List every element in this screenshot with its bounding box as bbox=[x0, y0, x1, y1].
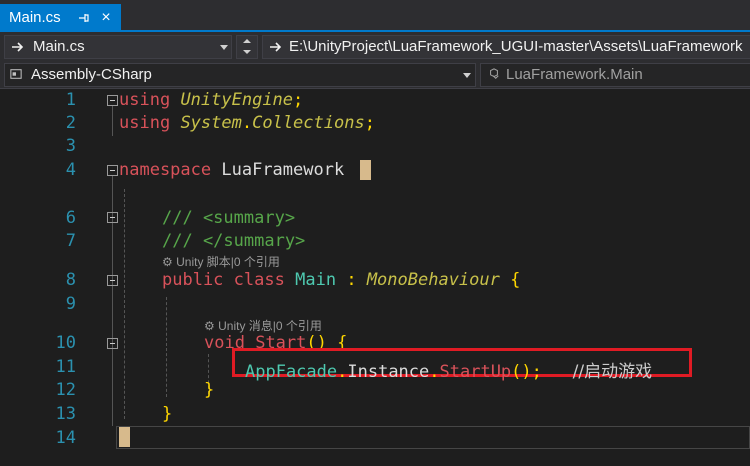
line-number: 14 bbox=[55, 428, 76, 448]
codelens-text: Unity 脚本|0 个引用 bbox=[176, 255, 280, 269]
semicolon: ; bbox=[293, 90, 304, 110]
arrow-right-icon bbox=[12, 42, 24, 52]
dot: . bbox=[241, 113, 253, 133]
class-ref: AppFacade bbox=[245, 362, 338, 382]
class-icon bbox=[490, 68, 499, 80]
tab-main-cs[interactable]: Main.cs × bbox=[0, 4, 121, 32]
comment: //启动游戏 bbox=[572, 362, 653, 382]
brace-highlight bbox=[360, 160, 371, 180]
code-editor[interactable]: 1 2 3 4 6 7 8 9 10 11 12 13 14 using Uni… bbox=[0, 89, 750, 466]
line-number: 1 bbox=[65, 90, 76, 110]
collapse-icon[interactable] bbox=[107, 275, 118, 286]
arrow-right-icon bbox=[270, 42, 282, 52]
line-number: 8 bbox=[65, 270, 76, 290]
member-label: LuaFramework.Main bbox=[506, 66, 643, 83]
code-line-12: } bbox=[204, 380, 215, 400]
namespace-name: LuaFramework bbox=[221, 160, 345, 180]
keyword: public bbox=[162, 270, 224, 290]
project-label: Assembly-CSharp bbox=[31, 66, 152, 83]
file-path: E:\UnityProject\LuaFramework_UGUI-master… bbox=[289, 38, 743, 55]
codelens-method[interactable]: ⚙ Unity 消息|0 个引用 bbox=[204, 317, 322, 334]
chevron-down-icon bbox=[220, 45, 228, 50]
navigation-bar: Main.cs E:\UnityProject\LuaFramework_UGU… bbox=[0, 32, 750, 60]
unity-icon: ⚙ bbox=[162, 255, 173, 269]
namespace-ref: Collections bbox=[252, 113, 365, 133]
stepper-down-icon[interactable] bbox=[243, 50, 251, 54]
codelens-class[interactable]: ⚙ Unity 脚本|0 个引用 bbox=[162, 253, 280, 270]
method-call: StartUp bbox=[439, 362, 512, 382]
semicolon: ; bbox=[364, 113, 375, 133]
chevron-down-icon bbox=[463, 73, 471, 78]
code-line-8: public class Main : MonoBehaviour { bbox=[162, 270, 520, 290]
code-line-2: using System.Collections; bbox=[119, 113, 375, 133]
line-number: 3 bbox=[65, 136, 76, 156]
collapse-icon[interactable] bbox=[107, 165, 118, 176]
indent-guide bbox=[124, 189, 125, 419]
file-dropdown-label: Main.cs bbox=[33, 38, 85, 55]
keyword: namespace bbox=[119, 160, 212, 180]
code-line-1: using UnityEngine; bbox=[119, 90, 303, 110]
unity-icon: ⚙ bbox=[204, 319, 215, 333]
colon: : bbox=[346, 270, 357, 290]
class-name: Main bbox=[295, 270, 337, 290]
property-ref: Instance bbox=[347, 362, 430, 382]
code-line-13: } bbox=[162, 404, 173, 424]
code-line-7: /// </summary> bbox=[162, 231, 306, 251]
text-cursor bbox=[119, 427, 130, 447]
line-number: 6 bbox=[65, 208, 76, 228]
document-tab-strip: Main.cs × bbox=[0, 0, 750, 32]
keyword: using bbox=[119, 90, 171, 110]
close-icon[interactable]: × bbox=[99, 4, 113, 32]
line-number: 2 bbox=[65, 113, 76, 133]
csharp-project-icon bbox=[10, 69, 22, 79]
path-dropdown[interactable]: E:\UnityProject\LuaFramework_UGUI-master… bbox=[262, 35, 750, 59]
namespace-ref: UnityEngine bbox=[180, 90, 294, 110]
code-line-11: AppFacade.Instance.StartUp(); //启动游戏 bbox=[245, 357, 652, 382]
member-dropdown[interactable]: LuaFramework.Main bbox=[480, 63, 750, 87]
line-number: 4 bbox=[65, 160, 76, 180]
indent-guide bbox=[166, 297, 167, 397]
call-tail: (); bbox=[511, 362, 542, 382]
dot: . bbox=[429, 362, 440, 382]
dot: . bbox=[337, 362, 348, 382]
line-number: 11 bbox=[55, 357, 76, 377]
base-class: MonoBehaviour bbox=[366, 270, 500, 290]
line-number: 10 bbox=[55, 333, 76, 353]
code-line-6: /// <summary> bbox=[162, 208, 296, 228]
collapse-icon[interactable] bbox=[107, 338, 118, 349]
stepper-up-icon[interactable] bbox=[243, 39, 251, 43]
collapse-icon[interactable] bbox=[107, 212, 118, 223]
scroll-stepper[interactable] bbox=[236, 35, 258, 59]
member-navigation-bar: Assembly-CSharp LuaFramework.Main bbox=[0, 60, 750, 89]
collapse-icon[interactable] bbox=[107, 95, 118, 106]
codelens-text: Unity 消息|0 个引用 bbox=[218, 319, 322, 333]
keyword: class bbox=[233, 270, 285, 290]
line-number: 7 bbox=[65, 231, 76, 251]
pin-icon[interactable] bbox=[77, 12, 89, 24]
file-dropdown[interactable]: Main.cs bbox=[4, 35, 232, 59]
line-number: 12 bbox=[55, 380, 76, 400]
fold-guide bbox=[112, 106, 113, 136]
tab-title: Main.cs bbox=[9, 9, 61, 26]
keyword: using bbox=[119, 113, 171, 133]
project-dropdown[interactable]: Assembly-CSharp bbox=[4, 63, 476, 87]
current-line-highlight bbox=[116, 426, 750, 449]
line-number: 13 bbox=[55, 404, 76, 424]
line-number: 9 bbox=[65, 294, 76, 314]
code-line-4: namespace LuaFramework bbox=[119, 160, 344, 180]
open-brace: { bbox=[510, 270, 521, 290]
namespace-ref: System bbox=[180, 113, 242, 133]
